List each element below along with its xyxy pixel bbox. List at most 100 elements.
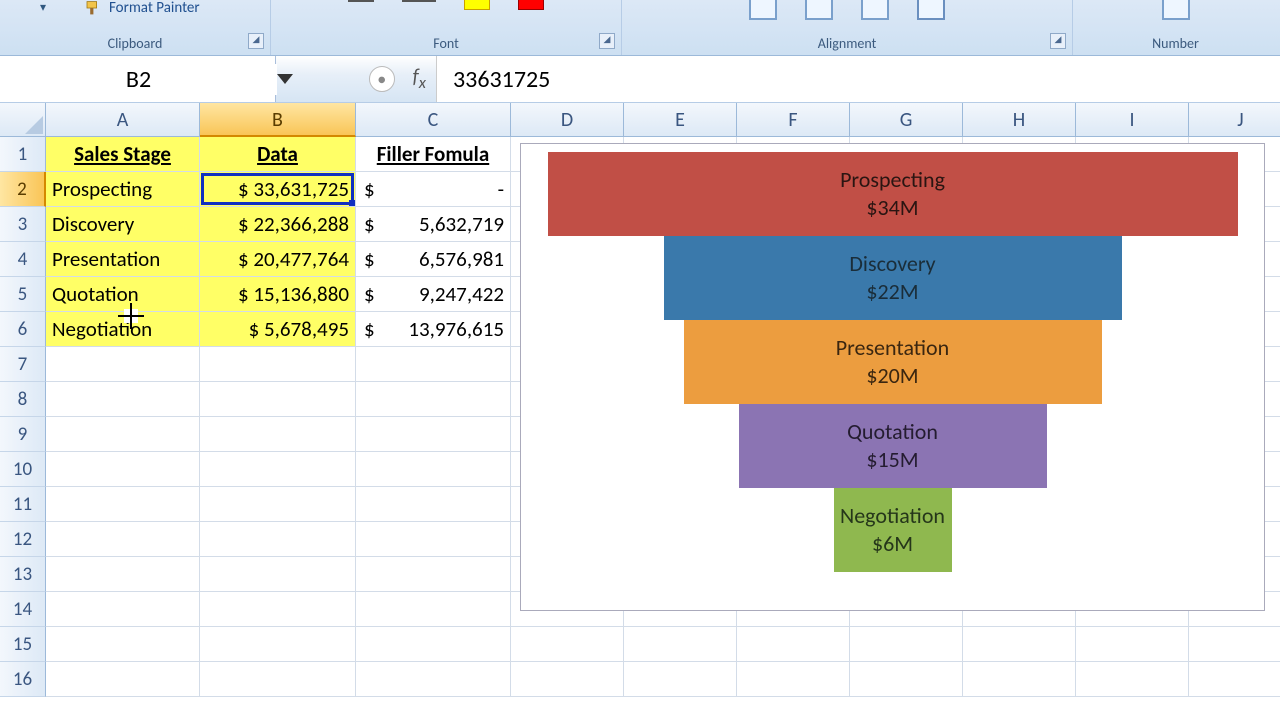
cell[interactable] xyxy=(46,452,200,487)
worksheet-grid[interactable]: A B C D E F G H I J 1 2 3 4 5 6 7 8 9 10… xyxy=(0,103,1280,722)
cell[interactable] xyxy=(511,662,624,697)
row-header-16[interactable]: 16 xyxy=(0,662,46,697)
cell[interactable] xyxy=(200,347,356,382)
row-header-6[interactable]: 6 xyxy=(0,312,46,347)
cell[interactable] xyxy=(356,627,511,662)
funnel-bar-presentation[interactable]: Presentation $20M xyxy=(684,320,1102,404)
row-header-9[interactable]: 9 xyxy=(0,417,46,452)
col-header-b[interactable]: B xyxy=(200,103,356,137)
cell[interactable] xyxy=(1189,627,1280,662)
cell[interactable] xyxy=(46,662,200,697)
select-all-corner[interactable] xyxy=(0,103,46,137)
cell[interactable] xyxy=(200,487,356,522)
row-header-3[interactable]: 3 xyxy=(0,207,46,242)
cell-b1[interactable]: Data xyxy=(200,137,356,172)
cell[interactable] xyxy=(200,557,356,592)
cell[interactable] xyxy=(46,487,200,522)
align-control-2[interactable] xyxy=(805,0,833,20)
cell[interactable] xyxy=(200,417,356,452)
cell[interactable] xyxy=(850,627,963,662)
funnel-bar-quotation[interactable]: Quotation $15M xyxy=(739,404,1047,488)
cell-b5[interactable]: $ 15,136,880 xyxy=(200,277,356,312)
alignment-dialog-launcher[interactable]: ◢ xyxy=(1050,33,1066,49)
cell[interactable] xyxy=(356,557,511,592)
cell-c1[interactable]: Filler Fomula xyxy=(356,137,511,172)
border-icon[interactable] xyxy=(348,0,374,2)
row-header-15[interactable]: 15 xyxy=(0,627,46,662)
number-format-icon[interactable] xyxy=(1162,0,1190,20)
row-header-13[interactable]: 13 xyxy=(0,557,46,592)
cell[interactable] xyxy=(200,382,356,417)
font-color-icon[interactable] xyxy=(518,0,544,10)
cell-b6[interactable]: $ 5,678,495 xyxy=(200,312,356,347)
cell-a3[interactable]: Discovery xyxy=(46,207,200,242)
cell[interactable] xyxy=(356,347,511,382)
col-header-g[interactable]: G xyxy=(850,103,963,137)
cancel-icon[interactable]: ● xyxy=(369,66,395,92)
format-painter-button[interactable]: Format Painter xyxy=(85,0,200,17)
cell-a6[interactable]: Negotiation xyxy=(46,312,200,347)
cell-a5[interactable]: Quotation xyxy=(46,277,200,312)
row-header-7[interactable]: 7 xyxy=(0,347,46,382)
fill-color-icon[interactable] xyxy=(464,0,490,10)
row-header-2[interactable]: 2 xyxy=(0,172,46,207)
underline-icon[interactable] xyxy=(402,0,436,2)
cell[interactable] xyxy=(200,522,356,557)
cell[interactable] xyxy=(356,417,511,452)
cell-b3[interactable]: $ 22,366,288 xyxy=(200,207,356,242)
cell-c5[interactable]: $9,247,422 xyxy=(356,277,511,312)
cell[interactable] xyxy=(200,592,356,627)
paste-dropdown-icon[interactable]: ▾ xyxy=(40,0,46,15)
funnel-chart[interactable]: Prospecting $34M Discovery $22M Presenta… xyxy=(520,143,1265,611)
cell[interactable] xyxy=(46,522,200,557)
cell[interactable] xyxy=(356,662,511,697)
cell[interactable] xyxy=(850,662,963,697)
row-header-4[interactable]: 4 xyxy=(0,242,46,277)
cell-c3[interactable]: $5,632,719 xyxy=(356,207,511,242)
font-dialog-launcher[interactable]: ◢ xyxy=(599,33,615,49)
cell[interactable] xyxy=(200,662,356,697)
cell[interactable] xyxy=(356,382,511,417)
row-header-14[interactable]: 14 xyxy=(0,592,46,627)
cell[interactable] xyxy=(624,662,737,697)
row-header-1[interactable]: 1 xyxy=(0,137,46,172)
cell-a4[interactable]: Presentation xyxy=(46,242,200,277)
col-header-f[interactable]: F xyxy=(737,103,850,137)
col-header-h[interactable]: H xyxy=(963,103,1076,137)
cell[interactable] xyxy=(356,522,511,557)
fx-icon[interactable]: fx xyxy=(413,65,426,93)
cell[interactable] xyxy=(356,487,511,522)
row-header-10[interactable]: 10 xyxy=(0,452,46,487)
cell[interactable] xyxy=(624,627,737,662)
col-header-a[interactable]: A xyxy=(46,103,200,137)
cell[interactable] xyxy=(1189,662,1280,697)
cell[interactable] xyxy=(1076,662,1189,697)
cell-c4[interactable]: $6,576,981 xyxy=(356,242,511,277)
name-box-input[interactable] xyxy=(0,64,277,95)
name-box-dropdown-icon[interactable] xyxy=(277,74,293,84)
cell[interactable] xyxy=(200,627,356,662)
cell[interactable] xyxy=(963,627,1076,662)
cell-c6[interactable]: $13,976,615 xyxy=(356,312,511,347)
cell[interactable] xyxy=(356,452,511,487)
cell[interactable] xyxy=(46,347,200,382)
merge-cells-icon[interactable] xyxy=(917,0,945,20)
funnel-bar-prospecting[interactable]: Prospecting $34M xyxy=(548,152,1238,236)
cell[interactable] xyxy=(46,417,200,452)
row-header-12[interactable]: 12 xyxy=(0,522,46,557)
cell-a1[interactable]: Sales Stage xyxy=(46,137,200,172)
cell[interactable] xyxy=(356,592,511,627)
cell[interactable] xyxy=(46,382,200,417)
cell-b4[interactable]: $ 20,477,764 xyxy=(200,242,356,277)
fill-handle[interactable] xyxy=(349,200,356,207)
row-header-11[interactable]: 11 xyxy=(0,487,46,522)
cell[interactable] xyxy=(737,627,850,662)
cell[interactable] xyxy=(1076,627,1189,662)
cell[interactable] xyxy=(46,592,200,627)
col-header-e[interactable]: E xyxy=(624,103,737,137)
cell[interactable] xyxy=(46,557,200,592)
cell[interactable] xyxy=(46,627,200,662)
name-box[interactable] xyxy=(0,56,276,102)
funnel-bar-negotiation[interactable]: Negotiation $6M xyxy=(834,488,952,572)
clipboard-dialog-launcher[interactable]: ◢ xyxy=(248,33,264,49)
